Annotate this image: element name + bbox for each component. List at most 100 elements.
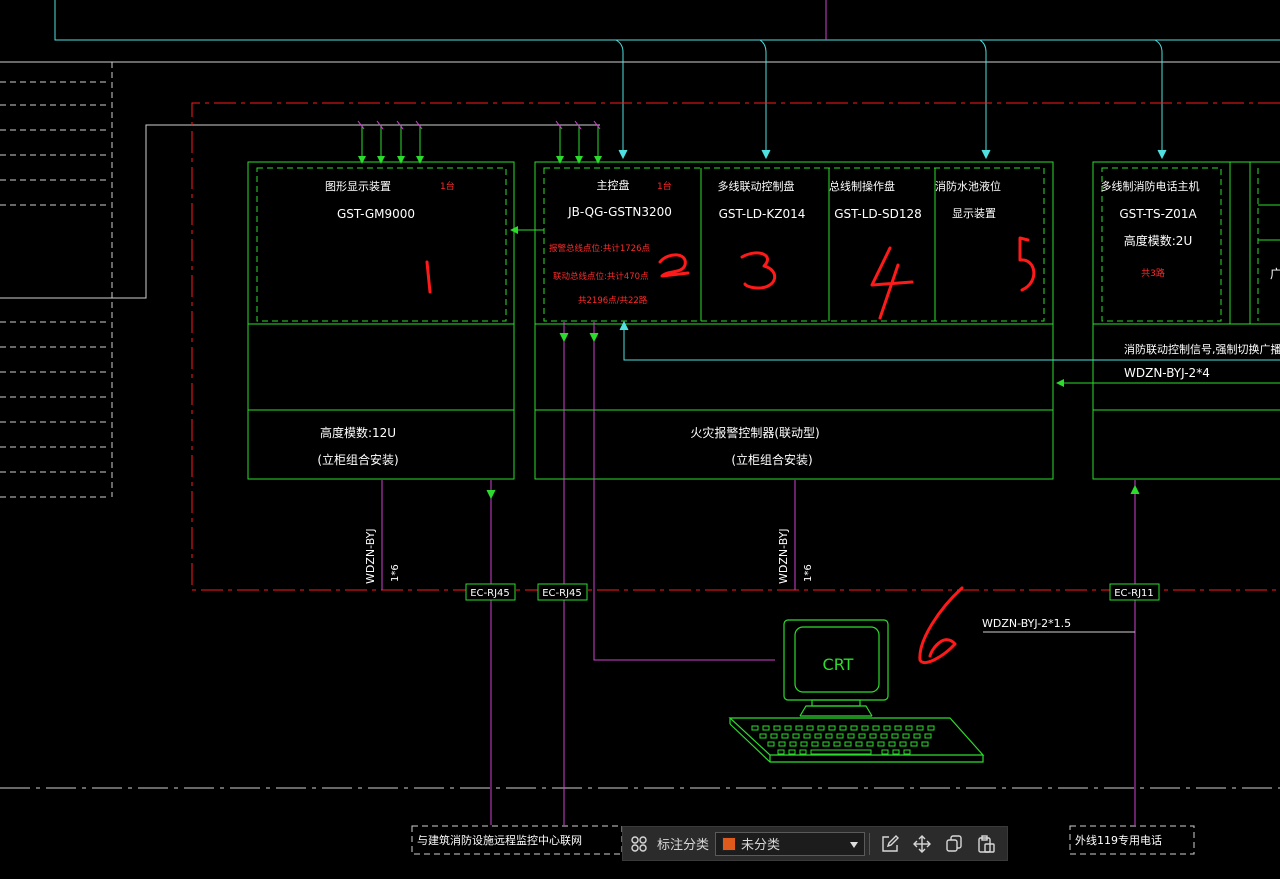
keyboard-key [800, 741, 808, 747]
keyboard-key [803, 733, 811, 739]
left-dashed-lines [0, 62, 113, 498]
category-selected-value: 未分类 [741, 838, 781, 853]
p2-model: JB-QG-GSTN3200 [567, 205, 672, 219]
keyboard-key [855, 741, 863, 747]
toolbar-divider [869, 832, 871, 855]
p4-title: 总线制操作盘 [829, 179, 895, 193]
keyboard-key [872, 725, 880, 731]
keyboard-key [850, 725, 858, 731]
keyboard-key [751, 725, 759, 731]
keyboard-key [916, 725, 924, 731]
cad-drawing-canvas[interactable]: EC-RJ45 EC-RJ45 EC-RJ11 CRT WDZN-BYJ-2*1… [0, 0, 1280, 879]
category-swatch [722, 836, 737, 851]
red-boundary [191, 102, 1280, 591]
keyboard-key [828, 725, 836, 731]
keyboard-key [811, 741, 819, 747]
p1-model: GST-GM9000 [337, 207, 415, 221]
magenta-links [381, 322, 1136, 825]
keyboard-key [777, 749, 785, 755]
grid-icon[interactable] [627, 832, 651, 856]
p3-model: GST-LD-KZ014 [719, 207, 806, 221]
keyboard-key [773, 725, 781, 731]
copy-icon[interactable] [942, 832, 966, 856]
crt-label: CRT [823, 655, 854, 674]
cable-v1-label: WDZN-BYJ [364, 528, 377, 584]
p7-partial: 广 [1270, 267, 1280, 281]
input-arrows [358, 125, 602, 164]
keyboard-key [927, 725, 935, 731]
cable-v2b-label: 1*6 [803, 564, 814, 582]
mark-1 [425, 260, 432, 294]
bottom-label-left: 与建筑消防设施远程监控中心联网 [411, 825, 623, 855]
keyboard-key [847, 733, 855, 739]
keyboard-key [795, 725, 803, 731]
keyboard-key [881, 749, 889, 755]
p6-title: 多线制消防电话主机 [1101, 179, 1200, 193]
keyboard-key [781, 733, 789, 739]
annotation-toolbar: 标注分类 未分类 [622, 826, 1008, 861]
keyboard-key [788, 749, 796, 755]
p2-note3: 共2196点/共22路 [578, 295, 648, 306]
cyan-arrowheads [618, 149, 1167, 160]
p1-capacity: 高度模数:12U [320, 425, 396, 440]
p6-model: GST-TS-Z01A [1119, 207, 1197, 221]
ec-box-2: EC-RJ45 [537, 583, 588, 601]
keyboard-key [822, 741, 830, 747]
keyboard-key [866, 741, 874, 747]
keyboard-key [869, 733, 877, 739]
bottom-right-text: 外线119专用电话 [1075, 833, 1162, 847]
ec-box-1-label: EC-RJ45 [470, 588, 510, 599]
p1-qty: 1台 [440, 180, 455, 192]
p5-title: 消防水池液位 [935, 179, 1001, 193]
p4-model: GST-LD-SD128 [834, 207, 922, 221]
p2-title: 主控盘 [597, 178, 630, 192]
ec-box-1: EC-RJ45 [465, 583, 516, 601]
green-down-arrows [486, 332, 1140, 500]
keyboard-key [784, 725, 792, 731]
keyboard-key [762, 725, 770, 731]
keyboard-key [799, 749, 807, 755]
keyboard-key [778, 741, 786, 747]
bottom-left-text: 与建筑消防设施远程监控中心联网 [417, 833, 582, 847]
mark-6 [918, 586, 964, 665]
p2-note2: 联动总线点位:共计470点 [553, 271, 649, 282]
keyboard-key [894, 725, 902, 731]
category-label: 标注分类 [657, 838, 710, 853]
mark-4 [870, 246, 914, 320]
keyboard-key [877, 741, 885, 747]
p6-capacity: 高度模数:2U [1124, 233, 1192, 248]
keyboard-key [913, 733, 921, 739]
right-cable: WDZN-BYJ-2*4 [1124, 366, 1210, 380]
ec-box-3: EC-RJ11 [1109, 583, 1160, 601]
move-icon[interactable] [910, 832, 934, 856]
keyboard-key [825, 733, 833, 739]
chevron-down-icon [850, 841, 859, 848]
keyboard-key [792, 733, 800, 739]
signal-arrowhead [619, 320, 629, 331]
edit-icon[interactable] [878, 832, 902, 856]
keyboard-key [814, 733, 822, 739]
category-select[interactable]: 未分类 [715, 831, 866, 856]
cable-v1b-label: 1*6 [390, 564, 401, 582]
keyboard-key [810, 749, 872, 755]
p2-qty: 1台 [657, 180, 672, 192]
mark-2 [658, 253, 690, 278]
p2-note1: 报警总线点位:共计1726点 [549, 243, 650, 254]
bottom-label-right: 外线119专用电话 [1069, 825, 1195, 855]
p6-note: 共3路 [1141, 267, 1165, 279]
keyboard-key [910, 741, 918, 747]
keyboard-key [921, 741, 929, 747]
keyboard-key [880, 733, 888, 739]
crt-cable-label: WDZN-BYJ-2*1.5 [982, 617, 1071, 630]
p5-subtitle: 显示装置 [952, 207, 996, 220]
keyboard-key [767, 741, 775, 747]
cabinet-title: 火灾报警控制器(联动型) [690, 425, 819, 440]
keyboard-key [817, 725, 825, 731]
cabinet-mount: (立柜组合安装) [731, 452, 812, 467]
keyboard-key [858, 733, 866, 739]
paste-icon[interactable] [974, 832, 998, 856]
keyboard-keys [751, 725, 935, 755]
keyboard-key [899, 741, 907, 747]
cyan-bus [54, 0, 1280, 155]
keyboard-key [905, 725, 913, 731]
